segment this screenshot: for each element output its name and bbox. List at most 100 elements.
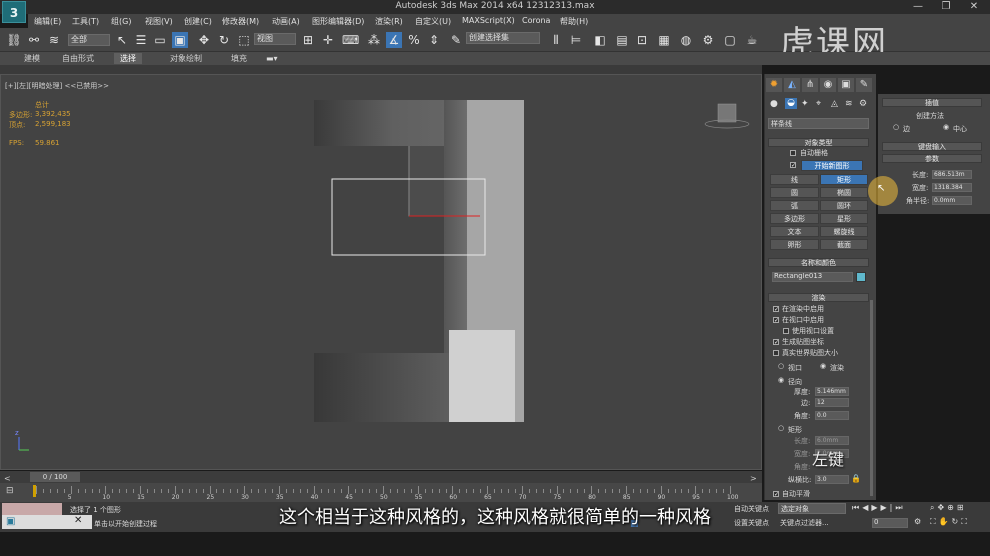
viewport-label[interactable]: [+][左][明暗处理] <<已禁用>> [5, 81, 109, 91]
close-button[interactable]: ✕ [960, 0, 988, 14]
object-color-swatch[interactable] [856, 272, 866, 282]
reference-coord-dropdown[interactable]: 视图 [254, 33, 296, 45]
scale-icon[interactable]: ⬚ [236, 32, 252, 48]
enable-in-viewport-checkbox[interactable]: ✓ [773, 317, 779, 324]
rect-width-field[interactable]: 1318.384 [932, 183, 972, 192]
display-tab-icon[interactable]: ▣ [838, 78, 854, 92]
ribbon-options-icon[interactable]: ▬▾ [266, 54, 278, 63]
viewport-left[interactable]: [+][左][明暗处理] <<已禁用>> 总计 多边形: 3,392,435 顶… [0, 74, 762, 470]
helix-button[interactable]: 螺旋线 [820, 226, 868, 237]
keyboard-entry-rollout[interactable]: 键盘输入 [882, 142, 982, 151]
ribbon-tab-object-paint[interactable]: 对象绘制 [164, 53, 208, 64]
use-viewport-settings-checkbox[interactable] [783, 328, 789, 334]
corner-radius-field[interactable]: 0.0mm [932, 196, 972, 205]
time-slider-next-icon[interactable]: > [750, 474, 757, 483]
interpolation-rollout[interactable]: 插值 [882, 98, 982, 107]
snap-toggle-icon[interactable]: ⁂ [366, 32, 382, 48]
menu-maxscript[interactable]: MAXScript(X) [462, 16, 515, 25]
generate-mapping-checkbox[interactable]: ✓ [773, 339, 779, 346]
pivot-center-icon[interactable]: ⊞ [300, 32, 316, 48]
lock-aspect-icon[interactable]: 🔒 [851, 474, 861, 483]
section-button[interactable]: 截面 [820, 239, 868, 250]
length-field[interactable]: 6.0mm [815, 436, 849, 445]
spacewarps-icon[interactable]: ≋ [845, 99, 853, 109]
start-new-shape-checkbox[interactable]: ✓ [790, 162, 796, 169]
name-color-rollout[interactable]: 名称和颜色 [768, 258, 869, 267]
spinner-snap-icon[interactable]: ⇕ [426, 32, 442, 48]
menu-help[interactable]: 帮助(H) [560, 16, 588, 27]
menu-rendering[interactable]: 渲染(R) [375, 16, 403, 27]
menu-group[interactable]: 组(G) [111, 16, 131, 27]
ribbon-tab-populate[interactable]: 填充 [225, 53, 253, 64]
menu-customize[interactable]: 自定义(U) [415, 16, 451, 27]
object-name-field[interactable]: Rectangle013 [772, 272, 853, 282]
line-button[interactable]: 线 [770, 174, 819, 185]
ribbon-tab-modeling[interactable]: 建模 [18, 53, 46, 64]
schematic-view-icon[interactable]: ▦ [656, 32, 672, 48]
thickness-field[interactable]: 5.146mm [815, 387, 849, 396]
rendered-frame-icon[interactable]: ▢ [722, 32, 738, 48]
edit-named-selection-icon[interactable]: ✎ [448, 32, 464, 48]
geometry-icon[interactable]: ● [770, 99, 778, 109]
named-selection-dropdown[interactable]: 创建选择集 [466, 32, 540, 44]
center-radio-icon[interactable]: ◉ [943, 123, 949, 131]
object-type-rollout[interactable]: 对象类型 [768, 138, 869, 147]
enable-in-renderer-checkbox[interactable]: ✓ [773, 306, 779, 313]
time-slider-handle[interactable]: 0 / 100 [30, 472, 80, 482]
select-object-icon[interactable]: ↖ [114, 32, 130, 48]
menu-views[interactable]: 视图(V) [145, 16, 173, 27]
selection-filter-dropdown[interactable]: 全部 [68, 34, 110, 46]
window-crossing-icon[interactable]: ▣ [172, 32, 188, 48]
mini-curve-editor-icon[interactable]: ⊟ [6, 486, 14, 496]
ellipse-button[interactable]: 椭圆 [820, 187, 868, 198]
aspect-field[interactable]: 3.0 [815, 475, 849, 484]
text-button[interactable]: 文本 [770, 226, 819, 237]
link-icon[interactable]: ⛓ [6, 32, 22, 48]
menu-corona[interactable]: Corona [522, 16, 550, 25]
category-dropdown[interactable]: 样条线 [768, 118, 869, 129]
start-new-shape-button[interactable]: 开始新图形 [801, 160, 863, 171]
angle-snap-icon[interactable]: ∡ [386, 32, 402, 48]
menu-edit[interactable]: 编辑(E) [34, 16, 61, 27]
modify-tab-icon[interactable]: ◭ [784, 78, 800, 92]
egg-button[interactable]: 卵形 [770, 239, 819, 250]
shapes-icon[interactable]: ◒ [785, 98, 797, 109]
donut-button[interactable]: 圆环 [820, 200, 868, 211]
renderer-radio-icon[interactable]: ◉ [820, 362, 826, 370]
time-slider-prev-icon[interactable]: < [4, 474, 11, 483]
bind-spacewarp-icon[interactable]: ≋ [46, 32, 62, 48]
edge-radio-icon[interactable]: ○ [893, 123, 899, 131]
create-tab-icon[interactable]: ✹ [766, 78, 782, 92]
move-icon[interactable]: ✥ [196, 32, 212, 48]
utilities-tab-icon[interactable]: ✎ [856, 78, 872, 92]
menu-graph-editors[interactable]: 图形编辑器(D) [312, 16, 364, 27]
keyboard-shortcut-icon[interactable]: ⌨ [342, 32, 359, 48]
layer-manager-icon[interactable]: ◧ [592, 32, 608, 48]
minimize-button[interactable]: — [904, 0, 932, 14]
unlink-icon[interactable]: ⚯ [26, 32, 42, 48]
material-editor-icon[interactable]: ◍ [678, 32, 694, 48]
align-icon[interactable]: ⊨ [568, 32, 584, 48]
time-slider[interactable] [0, 471, 762, 483]
command-panel-scrollbar[interactable] [870, 300, 873, 496]
radial-radio-icon[interactable]: ◉ [778, 376, 784, 384]
menu-create[interactable]: 创建(C) [184, 16, 212, 27]
menu-animation[interactable]: 动画(A) [272, 16, 300, 27]
real-world-map-checkbox[interactable] [773, 350, 779, 356]
menu-tools[interactable]: 工具(T) [72, 16, 99, 27]
menu-modifiers[interactable]: 修改器(M) [222, 16, 259, 27]
app-logo[interactable]: 3 [2, 1, 26, 23]
rotate-icon[interactable]: ↻ [216, 32, 232, 48]
systems-icon[interactable]: ⚙ [859, 99, 867, 109]
ribbon-tab-freeform[interactable]: 自由形式 [56, 53, 100, 64]
curve-editor-icon[interactable]: ⊡ [634, 32, 650, 48]
rectangular-selection-icon[interactable]: ▭ [152, 32, 168, 48]
arc-button[interactable]: 弧 [770, 200, 819, 211]
mirror-icon[interactable]: ⫴ [548, 32, 564, 48]
lights-icon[interactable]: ✦ [801, 99, 809, 109]
select-manipulate-icon[interactable]: ✛ [320, 32, 336, 48]
cameras-icon[interactable]: ⌖ [816, 99, 821, 109]
ribbon-tab-selection[interactable]: 选择 [114, 53, 142, 64]
select-by-name-icon[interactable]: ☰ [133, 32, 149, 48]
rect-radio-icon[interactable]: ○ [778, 424, 784, 432]
